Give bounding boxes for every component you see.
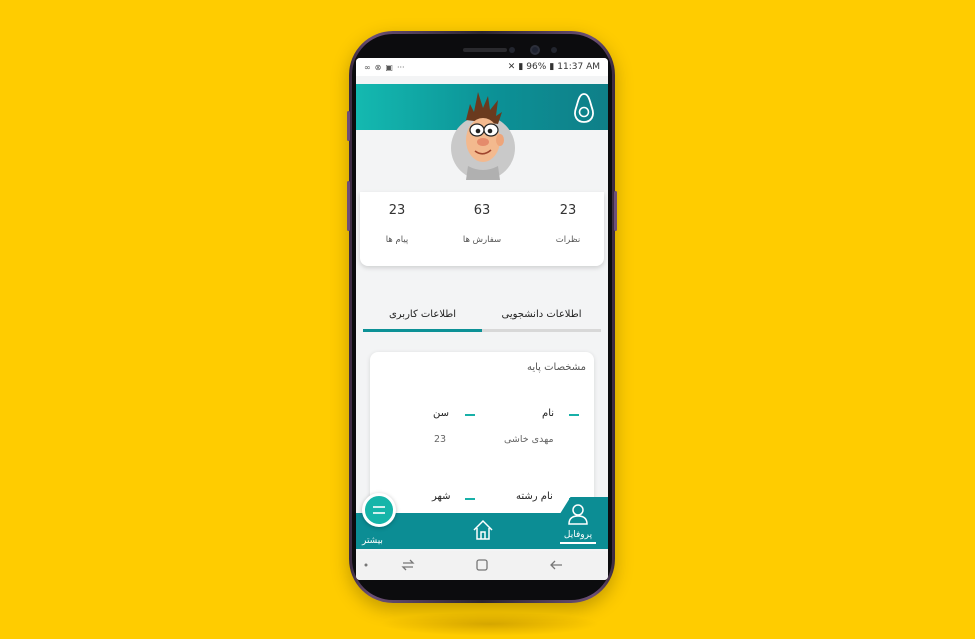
- profile-tabs: اطلاعات کاربری اطلاعات دانشجویی: [363, 296, 601, 332]
- nav-profile-label: پروفایل: [563, 530, 593, 540]
- more-menu-button[interactable]: [362, 493, 396, 527]
- back-arrow-icon[interactable]: [548, 557, 564, 573]
- field-label-major: نام رشته: [516, 491, 553, 502]
- recent-apps-icon[interactable]: [400, 557, 416, 573]
- mute-icon: ✕: [507, 62, 516, 72]
- volume-button: [347, 111, 350, 141]
- tab-user-info[interactable]: اطلاعات کاربری: [363, 296, 482, 332]
- earpiece-speaker: [463, 48, 507, 52]
- status-bar: ∞ ⊗ ▣ ··· ✕ ▮ 96% ▮ 11:37 AM: [356, 58, 608, 76]
- field-marker: [465, 498, 475, 500]
- instagram-icon: ▣: [385, 62, 393, 72]
- dot-icon: [364, 563, 368, 567]
- field-label-city: شهر: [432, 491, 451, 502]
- stat-orders[interactable]: 63 سفارش ها: [447, 203, 517, 245]
- home-square-icon[interactable]: [474, 557, 490, 573]
- signal-icon: ▮: [518, 62, 524, 72]
- stat-value: 63: [473, 203, 491, 218]
- stat-value: 23: [388, 203, 406, 218]
- notification-icons: ∞ ⊗ ▣ ···: [364, 63, 405, 72]
- stat-messages[interactable]: 23 پیام ها: [362, 203, 432, 245]
- tab-active-indicator: [363, 329, 482, 332]
- tab-inactive-indicator: [482, 329, 601, 332]
- field-value-name: مهدی خاشی: [504, 434, 554, 445]
- bixby-button: [347, 181, 350, 231]
- stat-label: پیام ها: [385, 235, 409, 245]
- field-value-age: 23: [434, 434, 447, 445]
- more-label: بیشتر: [362, 536, 383, 546]
- nav-active-underline: [560, 542, 596, 544]
- user-icon: [568, 504, 588, 525]
- power-button: [614, 191, 617, 231]
- nav-profile-button[interactable]: پروفایل: [558, 503, 598, 551]
- avocado-logo-icon: [574, 93, 594, 123]
- proximity-sensor: [509, 47, 515, 53]
- battery-icon: ▮: [549, 62, 555, 72]
- iris-sensor: [551, 47, 557, 53]
- system-status: ✕ ▮ 96% ▮ 11:37 AM: [508, 62, 600, 72]
- link-icon: ∞: [364, 62, 371, 72]
- more-dots-icon: ···: [396, 62, 405, 72]
- stat-label: نظرات: [555, 235, 581, 245]
- field-marker: [465, 414, 475, 416]
- section-title: مشخصات پایه: [526, 362, 586, 373]
- profile-stats-card: 23 پیام ها 63 سفارش ها 23 نظرات: [360, 192, 604, 266]
- link-icon: ⊗: [374, 62, 382, 72]
- app-screen: ∞ ⊗ ▣ ··· ✕ ▮ 96% ▮ 11:37 AM 23 پیام ها …: [356, 58, 608, 580]
- field-marker: [569, 414, 579, 416]
- stat-value: 23: [559, 203, 577, 218]
- cartoon-face-icon: [466, 92, 504, 180]
- field-label-name: نام: [542, 408, 555, 419]
- front-camera: [530, 45, 540, 55]
- phone-shadow: [380, 612, 600, 636]
- stat-label: سفارش ها: [462, 235, 502, 245]
- battery-percent: 96%: [526, 62, 547, 72]
- clock: 11:37 AM: [557, 62, 600, 72]
- field-label-age: سن: [433, 408, 449, 419]
- system-nav-bar: [356, 551, 608, 580]
- home-icon[interactable]: [472, 519, 494, 541]
- avatar[interactable]: [450, 90, 516, 182]
- stat-reviews[interactable]: 23 نظرات: [533, 203, 603, 245]
- tab-student-info[interactable]: اطلاعات دانشجویی: [482, 296, 601, 332]
- menu-icon: [373, 506, 385, 514]
- bottom-nav: پروفایل: [356, 497, 608, 549]
